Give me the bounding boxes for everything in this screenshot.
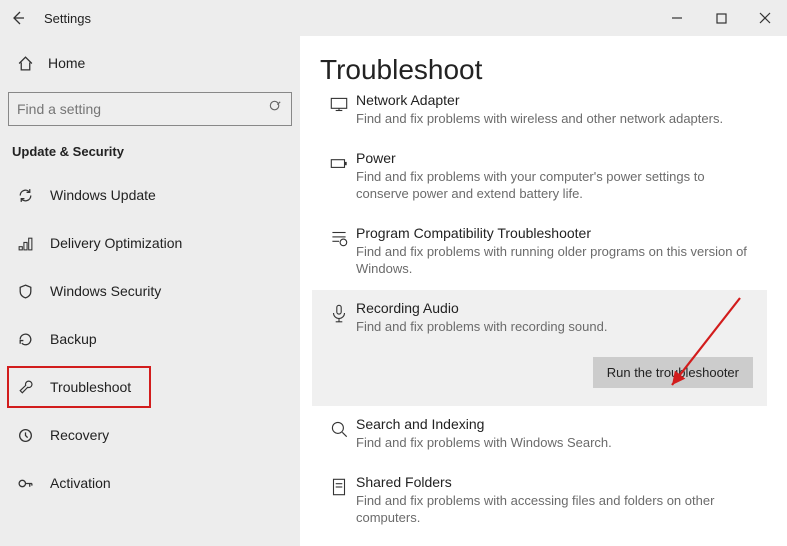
sidebar-item-label: Backup — [50, 331, 97, 347]
troubleshooter-title: Program Compatibility Troubleshooter — [356, 225, 757, 241]
sidebar-item-troubleshoot[interactable]: Troubleshoot — [8, 367, 150, 407]
folder-share-icon — [322, 474, 356, 527]
page-title: Troubleshoot — [320, 54, 767, 86]
titlebar: Settings — [0, 0, 787, 36]
troubleshooter-desc: Find and fix problems with your computer… — [356, 168, 757, 203]
sidebar-item-recovery[interactable]: Recovery — [8, 415, 292, 455]
troubleshooter-desc: Find and fix problems with Windows Searc… — [356, 434, 757, 452]
troubleshooter-title: Power — [356, 150, 757, 166]
sidebar-item-delivery-optimization[interactable]: Delivery Optimization — [8, 223, 292, 263]
minimize-icon — [671, 12, 683, 24]
sidebar: Home Update & Security Windows Update De… — [0, 36, 300, 546]
sync-icon — [14, 187, 36, 204]
minimize-button[interactable] — [655, 0, 699, 36]
search-icon — [268, 99, 283, 119]
maximize-icon — [716, 13, 727, 24]
troubleshooter-desc: Find and fix problems with recording sou… — [356, 318, 757, 336]
sidebar-item-activation[interactable]: Activation — [8, 463, 292, 503]
troubleshooter-title: Recording Audio — [356, 300, 757, 316]
sidebar-item-label: Windows Update — [50, 187, 156, 203]
close-icon — [759, 12, 771, 24]
home-nav[interactable]: Home — [8, 44, 292, 82]
run-troubleshooter-button[interactable]: Run the troubleshooter — [593, 357, 753, 388]
monitor-icon — [322, 92, 356, 128]
sidebar-item-backup[interactable]: Backup — [8, 319, 292, 359]
list-icon — [322, 225, 356, 278]
close-button[interactable] — [743, 0, 787, 36]
sidebar-item-label: Activation — [50, 475, 111, 491]
troubleshooter-network-adapter[interactable]: Network Adapter Find and fix problems wi… — [312, 92, 767, 140]
troubleshooter-desc: Find and fix problems with running older… — [356, 243, 757, 278]
sidebar-item-label: Windows Security — [50, 283, 161, 299]
backup-icon — [14, 331, 36, 348]
troubleshooter-desc: Find and fix problems with wireless and … — [356, 110, 757, 128]
search-icon — [322, 416, 356, 452]
wrench-icon — [14, 379, 36, 396]
maximize-button[interactable] — [699, 0, 743, 36]
sidebar-item-windows-security[interactable]: Windows Security — [8, 271, 292, 311]
search-input[interactable] — [17, 101, 268, 117]
arrow-left-icon — [10, 10, 26, 26]
home-label: Home — [48, 55, 85, 71]
main-content: Troubleshoot Network Adapter Find and fi… — [300, 36, 787, 546]
back-button[interactable] — [0, 0, 36, 36]
sidebar-item-label: Recovery — [50, 427, 109, 443]
sidebar-item-windows-update[interactable]: Windows Update — [8, 175, 292, 215]
troubleshooter-recording-audio[interactable]: Recording Audio Find and fix problems wi… — [312, 290, 767, 407]
troubleshooter-title: Search and Indexing — [356, 416, 757, 432]
sidebar-nav: Windows Update Delivery Optimization Win… — [8, 175, 292, 503]
sidebar-item-label: Delivery Optimization — [50, 235, 182, 251]
troubleshooter-title: Shared Folders — [356, 474, 757, 490]
troubleshooter-desc: Find and fix problems with accessing fil… — [356, 492, 757, 527]
home-icon — [14, 55, 36, 72]
troubleshooter-search-indexing[interactable]: Search and Indexing Find and fix problem… — [312, 406, 767, 464]
troubleshooter-list: Network Adapter Find and fix problems wi… — [312, 92, 767, 539]
troubleshooter-title: Network Adapter — [356, 92, 757, 108]
key-icon — [14, 475, 36, 492]
sidebar-item-label: Troubleshoot — [50, 379, 131, 395]
recovery-icon — [14, 427, 36, 444]
battery-icon — [322, 150, 356, 203]
microphone-icon — [322, 300, 356, 389]
optimization-icon — [14, 235, 36, 252]
window-title: Settings — [44, 11, 91, 26]
troubleshooter-shared-folders[interactable]: Shared Folders Find and fix problems wit… — [312, 464, 767, 539]
troubleshooter-power[interactable]: Power Find and fix problems with your co… — [312, 140, 767, 215]
section-header: Update & Security — [12, 144, 292, 159]
search-box[interactable] — [8, 92, 292, 126]
shield-icon — [14, 283, 36, 300]
troubleshooter-program-compatibility[interactable]: Program Compatibility Troubleshooter Fin… — [312, 215, 767, 290]
